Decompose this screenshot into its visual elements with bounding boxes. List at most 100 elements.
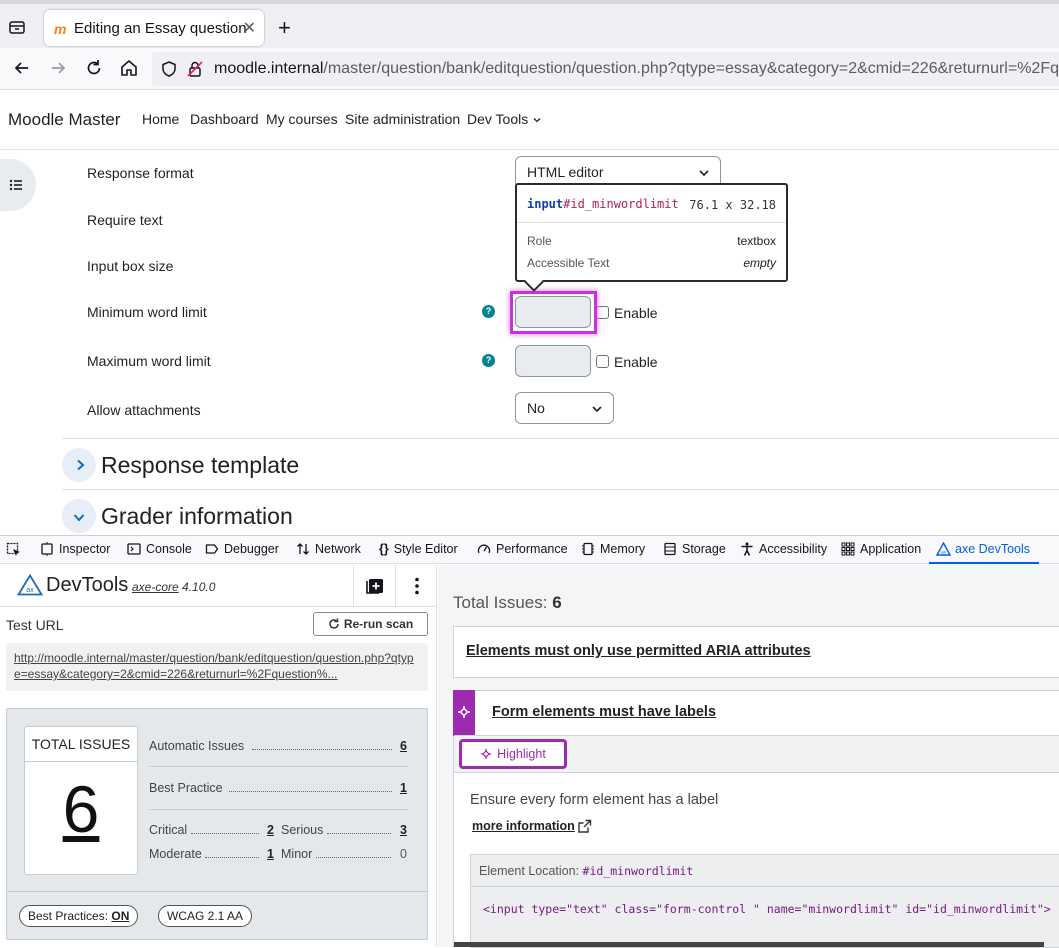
max-word-enable-checkbox[interactable] <box>596 355 609 368</box>
automatic-issues-label: Automatic Issues <box>149 739 245 753</box>
axe-title: DevTools <box>46 574 129 596</box>
axe-logo-icon: ax <box>936 542 951 556</box>
axe-core-version: axe-core 4.10.0 <box>132 580 215 594</box>
more-information-link[interactable]: more information <box>472 819 575 833</box>
element-location-selector[interactable]: #id_minwordlimit <box>583 864 694 878</box>
tab-application[interactable]: Application <box>841 542 921 556</box>
leader-dots <box>205 857 259 858</box>
axe-logo-icon: ax <box>17 574 43 596</box>
reload-icon[interactable] <box>84 58 104 78</box>
next-card-edge <box>454 942 1044 947</box>
tab-axe-devtools-label: axe DevTools <box>955 542 1031 556</box>
forward-icon[interactable] <box>48 58 68 78</box>
chevron-down-icon <box>698 167 710 179</box>
nav-site-administration[interactable]: Site administration <box>345 111 460 127</box>
tooltip-acc-label: Accessible Text <box>527 256 610 270</box>
stat-divider <box>149 809 408 810</box>
nav-dashboard[interactable]: Dashboard <box>190 111 259 127</box>
nav-dev-tools[interactable]: Dev Tools <box>467 111 542 127</box>
tab-list-icon[interactable] <box>8 18 26 36</box>
tooltip-id: #id_minwordlimit <box>563 197 679 211</box>
tab-close-icon[interactable]: ✕ <box>243 18 256 38</box>
tab-debugger[interactable]: Debugger <box>205 542 279 556</box>
memory-icon <box>581 542 595 556</box>
axe-left-panel: ax DevTools axe-core 4.10.0 Test URL Re-… <box>0 565 437 947</box>
issue-title[interactable]: Elements must only use permitted ARIA at… <box>466 643 811 659</box>
question-edit-form: Response format HTML editor Require text… <box>0 151 1059 535</box>
insecure-lock-icon[interactable] <box>186 60 204 78</box>
help-icon[interactable]: ? <box>482 305 495 318</box>
grader-information-toggle[interactable] <box>62 499 96 533</box>
browser-tab[interactable]: m Editing an Essay question ✕ <box>44 10 264 46</box>
min-word-enable-checkbox[interactable] <box>596 306 609 319</box>
leader-dots <box>327 833 391 834</box>
nav-my-courses[interactable]: My courses <box>266 111 338 127</box>
critical-serious-row: Critical 2 Serious 3 <box>149 823 408 837</box>
tab-performance[interactable]: Performance <box>477 542 568 556</box>
allow-attachments-select[interactable]: No <box>515 392 614 424</box>
response-template-heading[interactable]: Response template <box>101 452 299 479</box>
tab-storage-label: Storage <box>682 542 726 556</box>
critical-count[interactable]: 2 <box>267 823 274 837</box>
automatic-issues-count[interactable]: 6 <box>400 739 407 753</box>
site-brand[interactable]: Moodle Master <box>8 110 120 130</box>
tab-axe-devtools[interactable]: ax axe DevTools <box>936 542 1030 556</box>
test-url-link[interactable]: http://moodle.internal/master/question/b… <box>6 643 428 691</box>
response-format-label: Response format <box>87 165 194 181</box>
serious-count[interactable]: 3 <box>400 823 407 837</box>
new-tab-icon[interactable]: + <box>278 17 291 39</box>
total-issues-heading: Total Issues: 6 <box>453 593 562 613</box>
inspector-icon <box>40 542 54 556</box>
course-index-drawer-button[interactable] <box>0 159 36 211</box>
home-icon[interactable] <box>119 58 139 78</box>
tab-network-label: Network <box>315 542 361 556</box>
tooltip-role-value: textbox <box>737 234 776 248</box>
rerun-scan-button[interactable]: Re-run scan <box>313 612 428 636</box>
total-issues-count[interactable]: 6 <box>25 771 137 847</box>
tab-inspector[interactable]: Inspector <box>40 542 110 556</box>
help-icon[interactable]: ? <box>482 354 495 367</box>
accessibility-icon <box>740 542 754 556</box>
issue-item[interactable]: Elements must only use permitted ARIA at… <box>453 626 1059 678</box>
back-icon[interactable] <box>12 58 32 78</box>
require-text-label: Require text <box>87 212 163 228</box>
new-scan-button[interactable] <box>353 565 395 607</box>
best-practice-count[interactable]: 1 <box>400 781 407 795</box>
response-template-toggle[interactable] <box>62 448 96 482</box>
tab-network[interactable]: Network <box>296 542 361 556</box>
tab-accessibility[interactable]: Accessibility <box>740 542 827 556</box>
shield-icon[interactable] <box>160 60 178 78</box>
chevron-right-icon <box>73 458 87 472</box>
wcag-level-selector[interactable]: WCAG 2.1 AA <box>158 905 253 927</box>
more-options-button[interactable] <box>395 565 437 607</box>
tab-accessibility-label: Accessibility <box>759 542 828 556</box>
issue-title[interactable]: Form elements must have labels <box>492 704 716 720</box>
input-box-size-label: Input box size <box>87 258 174 274</box>
nav-home[interactable]: Home <box>142 111 179 127</box>
highlight-button[interactable]: Highlight <box>460 740 566 768</box>
element-location-header: Element Location: #id_minwordlimit <box>471 855 1059 887</box>
tab-memory[interactable]: Memory <box>581 542 645 556</box>
axe-header: ax DevTools axe-core 4.10.0 <box>0 565 437 607</box>
debugger-icon <box>205 542 219 556</box>
tab-storage[interactable]: Storage <box>663 542 726 556</box>
max-word-limit-input[interactable] <box>515 345 591 377</box>
best-practices-state: ON <box>111 909 130 923</box>
element-picker-icon[interactable] <box>6 542 22 558</box>
refresh-icon <box>328 618 340 630</box>
axe-core-name[interactable]: axe-core <box>132 580 179 594</box>
best-practices-toggle[interactable]: Best Practices: ON <box>19 905 139 927</box>
moderate-count[interactable]: 1 <box>267 847 274 861</box>
tab-style-editor[interactable]: {} Style Editor <box>379 542 458 556</box>
issue-selected-stripe <box>453 690 475 736</box>
section-divider <box>62 438 1059 439</box>
issue-item-expanded: Form elements must have labels Highlight… <box>453 690 1059 948</box>
tab-performance-label: Performance <box>496 542 568 556</box>
url-text: moodle.internal/master/question/bank/edi… <box>214 60 1059 78</box>
application-grid-icon <box>841 542 855 556</box>
url-bar[interactable]: moodle.internal/master/question/bank/edi… <box>152 52 1059 86</box>
tab-console[interactable]: Console <box>127 542 192 556</box>
grader-information-heading[interactable]: Grader information <box>101 503 293 530</box>
tooltip-acc-value: empty <box>743 256 776 270</box>
chevron-down-icon <box>591 403 603 415</box>
